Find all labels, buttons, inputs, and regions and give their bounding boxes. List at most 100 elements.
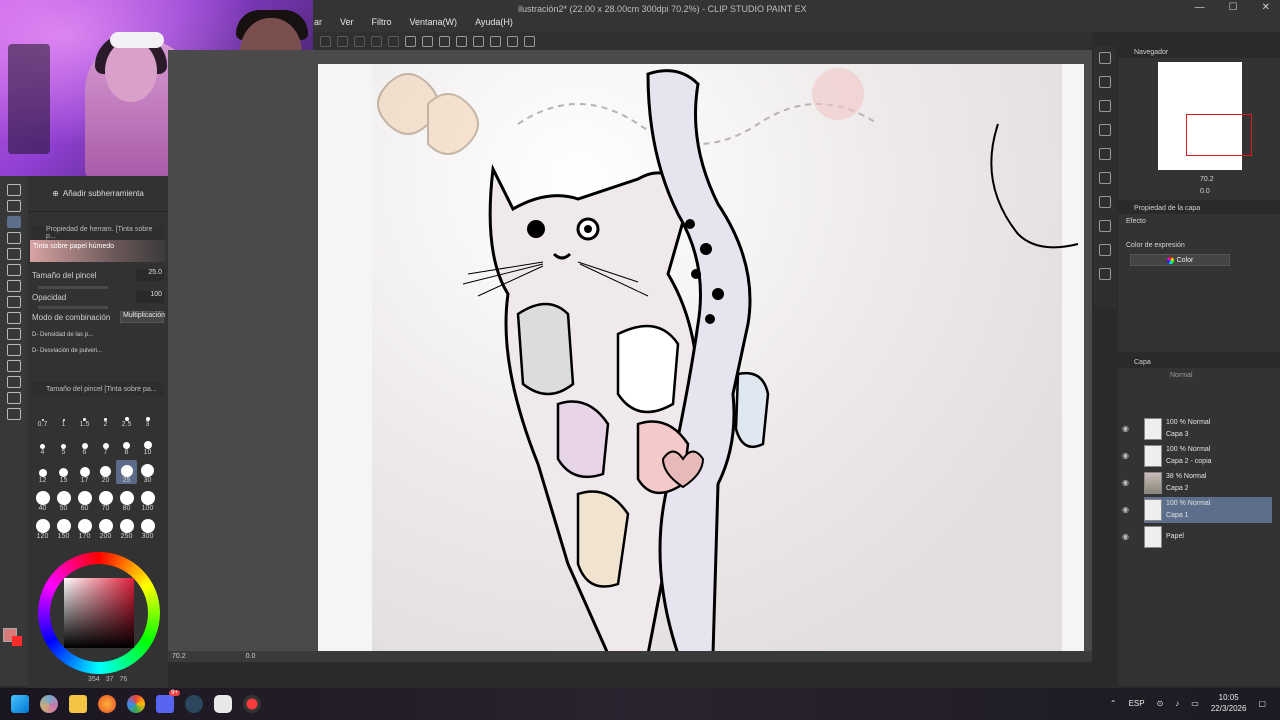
pen-icon[interactable] — [405, 35, 416, 47]
brush-size-2[interactable]: 2 — [95, 404, 116, 428]
brush-size-17[interactable]: 17 — [74, 460, 95, 484]
navigator-view-box[interactable] — [1186, 114, 1252, 156]
volume-icon[interactable]: ♪ — [1175, 699, 1179, 708]
file-explorer-icon[interactable] — [69, 695, 87, 713]
pencil-tool-icon[interactable] — [7, 200, 21, 212]
brush-size-4[interactable]: 4 — [32, 432, 53, 456]
canvas-area[interactable] — [168, 50, 1092, 662]
brush-size-8[interactable]: 8 — [116, 432, 137, 456]
brush-size-20[interactable]: 20 — [95, 460, 116, 484]
pen-third-icon[interactable] — [439, 35, 450, 47]
figure-tool-icon[interactable] — [7, 328, 21, 340]
brush-size-10[interactable]: 10 — [137, 432, 158, 456]
brush-size-30[interactable]: 30 — [137, 460, 158, 484]
eraser-tool-icon[interactable] — [7, 264, 21, 276]
gradient-tool-icon[interactable] — [7, 312, 21, 324]
canvas-page[interactable] — [318, 64, 1084, 652]
canvas-angle-value[interactable]: 0.0 — [246, 653, 256, 660]
brush-size-150[interactable]: 150 — [53, 516, 74, 540]
navigator-panel-icon[interactable] — [1099, 76, 1111, 88]
brush-size-100[interactable]: 100 — [137, 488, 158, 512]
clock[interactable]: 10:05 22/3/2026 — [1211, 692, 1247, 714]
brush-size-70[interactable]: 70 — [95, 488, 116, 512]
companion-panel-icon[interactable] — [1099, 268, 1111, 280]
notifications-icon[interactable]: ▢ — [1258, 699, 1266, 708]
maximize-icon[interactable]: ☐ — [1229, 2, 1238, 13]
redo-icon[interactable] — [524, 35, 535, 47]
eye-icon[interactable]: ◉ — [1122, 451, 1134, 460]
crop-icon[interactable] — [337, 35, 348, 47]
menu-item-ver[interactable]: Ver — [338, 16, 356, 32]
navigator-tab[interactable]: Navegador — [1118, 46, 1280, 58]
discord-icon[interactable]: 9+ — [156, 690, 180, 713]
eye-icon[interactable]: ◉ — [1122, 424, 1134, 433]
layer-tab[interactable]: Capa — [1118, 356, 1280, 368]
fill-tool-icon[interactable] — [7, 296, 21, 308]
layer-row[interactable]: Papel — [1144, 524, 1272, 550]
layer-row[interactable]: 38 % Normal Capa 2 — [1144, 470, 1272, 496]
eye-icon[interactable]: ◉ — [1122, 478, 1134, 487]
brush-size-80[interactable]: 80 — [116, 488, 137, 512]
search-icon[interactable] — [1099, 52, 1111, 64]
text-tool-icon[interactable] — [7, 376, 21, 388]
brush-size-5[interactable]: 5 — [53, 432, 74, 456]
battery-icon[interactable]: ▭ — [1191, 699, 1199, 708]
add-subtool-button[interactable]: ⊕ Añadir subherramienta — [28, 176, 168, 212]
auto-action-panel-icon[interactable] — [1099, 220, 1111, 232]
invert-selection-icon[interactable] — [388, 35, 399, 47]
layer-search-panel-icon[interactable] — [1099, 172, 1111, 184]
brush-size-40[interactable]: 40 — [32, 488, 53, 512]
frame-tool-icon[interactable] — [7, 344, 21, 356]
brush-size-1[interactable]: 1 — [53, 404, 74, 428]
opacity-value[interactable]: 100 — [136, 291, 164, 303]
brush-size-50[interactable]: 50 — [53, 488, 74, 512]
undo-icon[interactable] — [490, 35, 501, 47]
chrome-icon[interactable] — [127, 695, 145, 713]
brush-size-7[interactable]: 7 — [95, 432, 116, 456]
brush-size-2.5[interactable]: 2.5 — [116, 404, 137, 428]
brush-size-3[interactable]: 3 — [137, 404, 158, 428]
undo-alt-icon[interactable] — [507, 35, 518, 47]
brush-size-250[interactable]: 250 — [116, 516, 137, 540]
material-panel-icon[interactable] — [1099, 124, 1111, 136]
history-panel-icon[interactable] — [1099, 196, 1111, 208]
navigator-angle-value[interactable]: 0.0 — [1200, 188, 1210, 195]
brush-size-200[interactable]: 200 — [95, 516, 116, 540]
layer-row[interactable]: 100 % Normal Capa 1 — [1144, 497, 1272, 523]
menu-item-ayuda[interactable]: Ayuda(H) — [473, 16, 515, 32]
menu-item-ventana[interactable]: Ventana(W) — [408, 16, 460, 32]
blend-tool-icon[interactable] — [7, 280, 21, 292]
network-icon[interactable]: ⊙ — [1157, 699, 1164, 708]
copilot-icon[interactable] — [40, 695, 58, 713]
rotate-icon[interactable] — [473, 35, 484, 47]
airbrush-tool-icon[interactable] — [7, 232, 21, 244]
navigator-thumbnail[interactable] — [1158, 62, 1252, 170]
eye-icon[interactable]: ◉ — [1122, 505, 1134, 514]
language-indicator[interactable]: ESP — [1129, 699, 1145, 708]
balloon-tool-icon[interactable] — [7, 392, 21, 404]
eye-icon[interactable]: ◉ — [1122, 532, 1134, 541]
menu-item-filtro[interactable]: Filtro — [370, 16, 394, 32]
sub-color-swatch[interactable] — [12, 636, 22, 646]
pen-alt-icon[interactable] — [422, 35, 433, 47]
pen-tool-icon[interactable] — [7, 184, 21, 196]
deselect-icon[interactable] — [371, 35, 382, 47]
brush-size-120[interactable]: 120 — [32, 516, 53, 540]
transform-icon[interactable] — [320, 35, 331, 47]
chevron-up-icon[interactable]: ⌃ — [1110, 699, 1117, 708]
document-icon[interactable] — [456, 35, 467, 47]
record-icon[interactable] — [243, 695, 261, 713]
minimize-icon[interactable]: — — [1195, 2, 1205, 13]
brush-size-12[interactable]: 12 — [32, 460, 53, 484]
brush-size-6[interactable]: 6 — [74, 432, 95, 456]
brush-size-170[interactable]: 170 — [74, 516, 95, 540]
layer-row[interactable]: 100 % Normal Capa 2 - copia — [1144, 443, 1272, 469]
ruler-tool-icon[interactable] — [7, 360, 21, 372]
layer-row[interactable]: 100 % Normal Capa 3 — [1144, 416, 1272, 442]
windows-start-icon[interactable] — [11, 695, 29, 713]
canvas-zoom-value[interactable]: 70.2 — [172, 653, 186, 660]
brush-tool-icon[interactable] — [7, 216, 21, 228]
brush-size-0.7[interactable]: 0.7 — [32, 404, 53, 428]
brush-size-value[interactable]: 25.0 — [136, 269, 164, 281]
firefox-icon[interactable] — [98, 695, 116, 713]
